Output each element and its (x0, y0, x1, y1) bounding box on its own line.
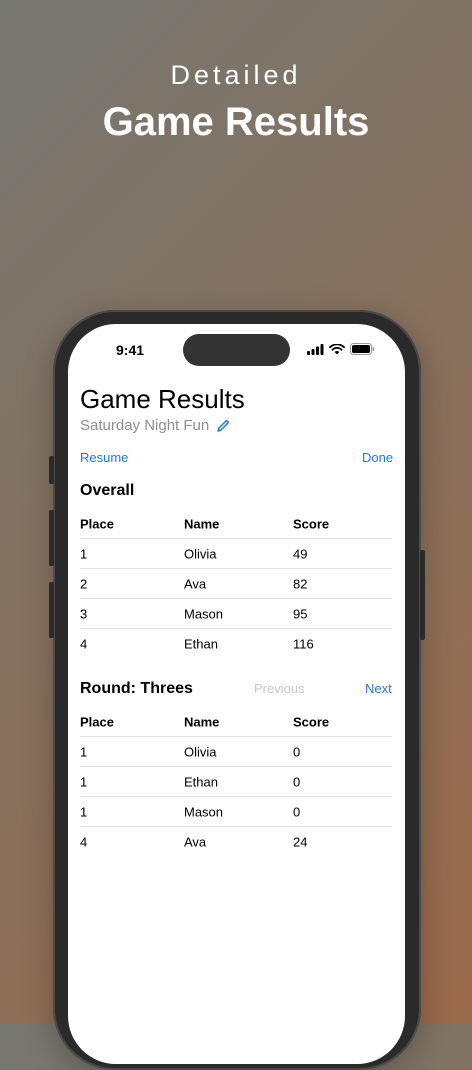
game-name-row[interactable]: Saturday Night Fun (80, 417, 230, 434)
header-place: Place (80, 714, 114, 729)
name-cell: Ethan (184, 774, 218, 789)
next-round-button[interactable]: Next (365, 681, 392, 696)
score-cell: 0 (293, 804, 301, 819)
table-row: 4 Ethan 116 (80, 629, 392, 658)
header-score: Score (293, 516, 330, 531)
table-row: 1 Olivia 49 (80, 539, 392, 569)
table-header-row: Place Name Score (80, 509, 392, 539)
score-cell: 24 (293, 834, 308, 849)
table-header-row: Place Name Score (80, 707, 392, 737)
pencil-icon[interactable] (216, 419, 230, 433)
table-row: 1 Mason 0 (80, 797, 392, 827)
score-cell: 49 (293, 546, 308, 561)
header-name: Name (184, 516, 220, 531)
phone-volume-down-button (49, 582, 54, 638)
score-cell: 116 (293, 636, 314, 651)
score-cell: 0 (293, 774, 301, 789)
place-cell: 3 (80, 606, 88, 621)
phone-action-button (49, 456, 54, 484)
round-table: Place Name Score 1 Olivia 0 1 Ethan 0 1 … (80, 707, 392, 856)
score-cell: 0 (293, 744, 301, 759)
resume-button[interactable]: Resume (80, 450, 128, 465)
place-cell: 2 (80, 576, 88, 591)
place-cell: 1 (80, 546, 88, 561)
table-row: 3 Mason 95 (80, 599, 392, 629)
signal-icon (307, 343, 324, 355)
battery-icon (350, 343, 375, 355)
score-cell: 82 (293, 576, 308, 591)
place-cell: 1 (80, 774, 88, 789)
place-cell: 1 (80, 804, 88, 819)
page-title: Game Results (80, 384, 245, 414)
overall-table: Place Name Score 1 Olivia 49 2 Ava 82 3 … (80, 509, 392, 658)
wifi-icon (329, 343, 345, 354)
place-cell: 4 (80, 636, 88, 651)
round-title: Round: Threes (80, 680, 193, 697)
place-cell: 4 (80, 834, 88, 849)
header-score: Score (293, 714, 330, 729)
phone-screen: 9:41 Game Results Saturday Night Fun Res… (68, 324, 405, 1064)
header-name: Name (184, 714, 220, 729)
done-button[interactable]: Done (362, 450, 393, 465)
place-cell: 1 (80, 744, 88, 759)
name-cell: Olivia (184, 546, 217, 561)
table-row: 2 Ava 82 (80, 569, 392, 599)
header-place: Place (80, 516, 114, 531)
name-cell: Mason (184, 606, 224, 621)
table-row: 4 Ava 24 (80, 827, 392, 856)
name-cell: Ava (184, 834, 207, 849)
status-icons (307, 343, 375, 355)
table-row: 1 Olivia 0 (80, 737, 392, 767)
phone-power-button (420, 550, 425, 640)
name-cell: Ava (184, 576, 207, 591)
overall-title: Overall (80, 482, 135, 499)
table-row: 1 Ethan 0 (80, 767, 392, 797)
name-cell: Ethan (184, 636, 218, 651)
promo-title: Game Results (102, 100, 370, 144)
name-cell: Olivia (184, 744, 217, 759)
previous-round-button[interactable]: Previous (254, 681, 305, 696)
phone-volume-up-button (49, 510, 54, 566)
name-cell: Mason (184, 804, 224, 819)
game-name: Saturday Night Fun (80, 417, 210, 434)
dynamic-island (183, 334, 290, 366)
promo-subtitle: Detailed (170, 60, 302, 90)
score-cell: 95 (293, 606, 308, 621)
status-time: 9:41 (116, 342, 145, 358)
